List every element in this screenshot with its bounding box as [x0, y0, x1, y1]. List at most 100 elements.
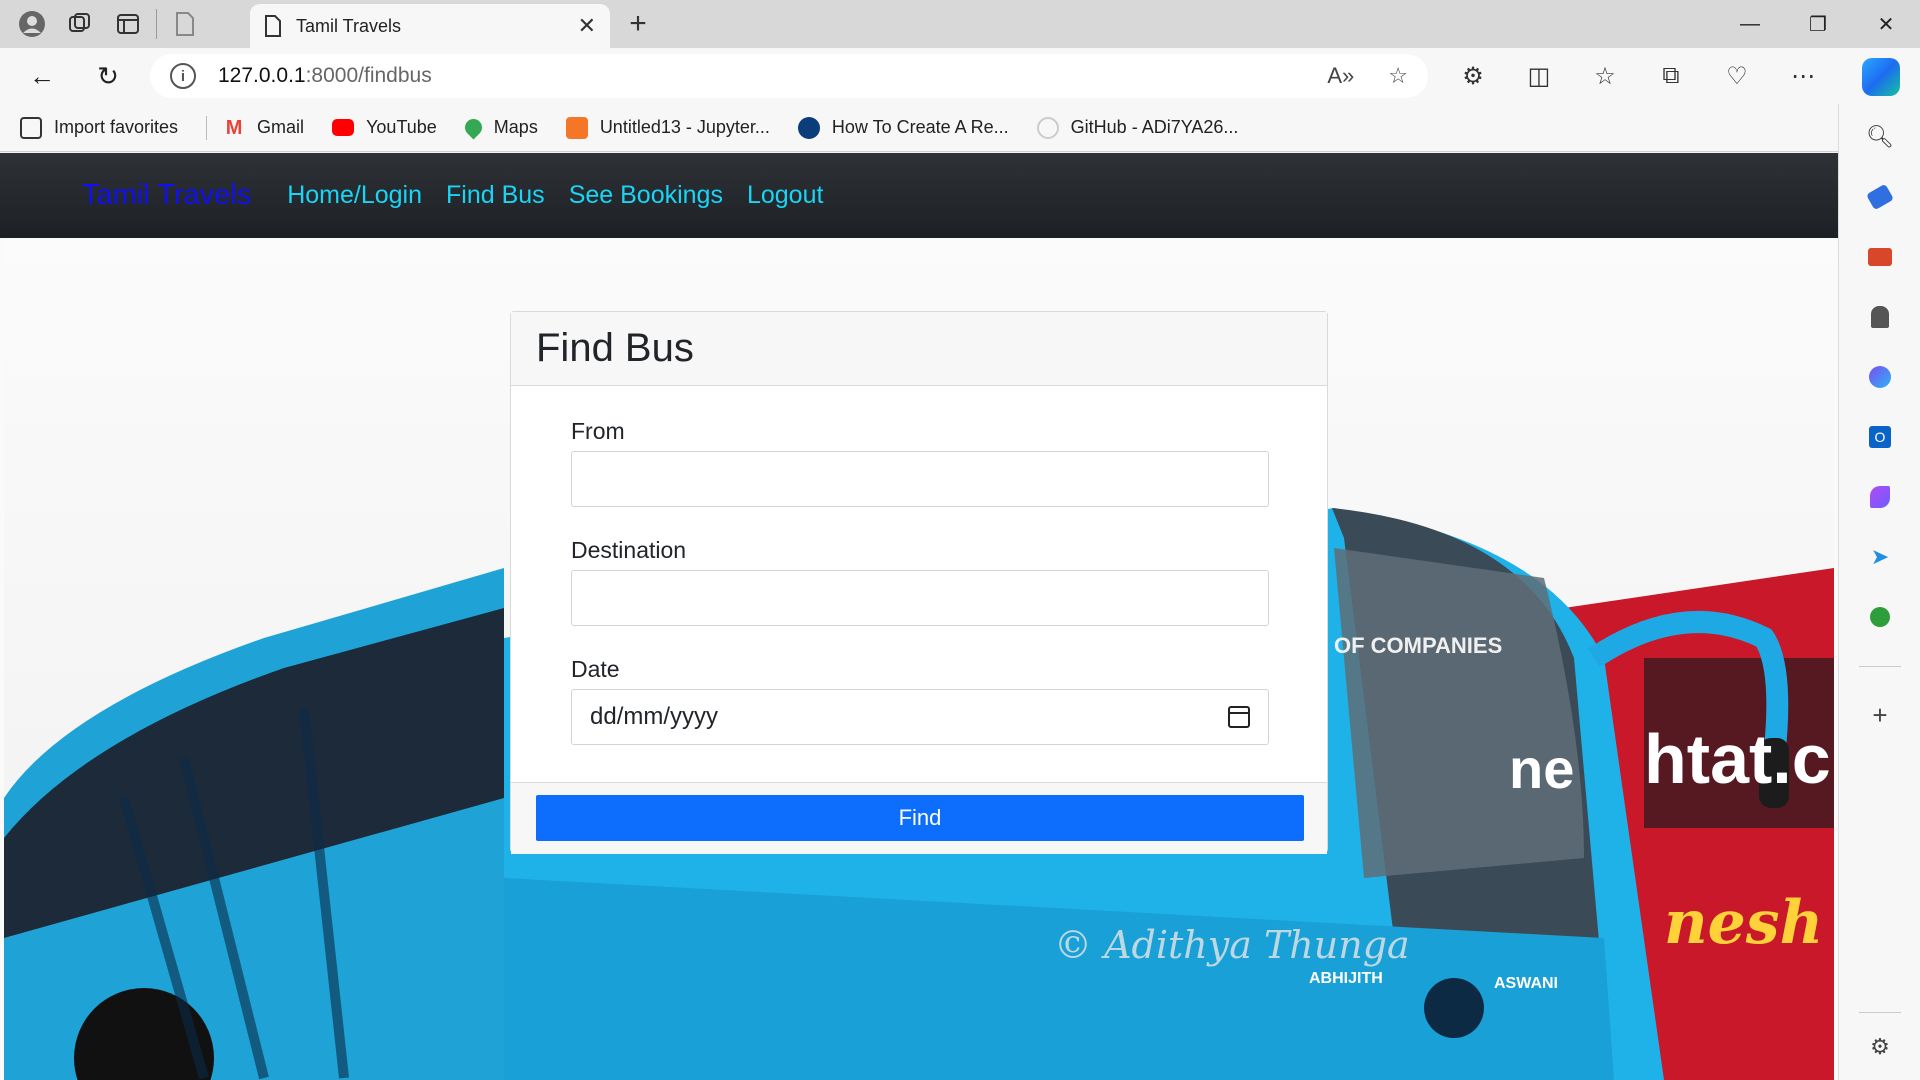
site-icon [797, 116, 820, 139]
favorites-bar: Import favorites M Gmail YouTube Maps Un… [0, 104, 1920, 152]
outlook-icon[interactable]: O [1865, 422, 1895, 452]
favorite-gmail[interactable]: M Gmail [223, 117, 304, 139]
collections-icon[interactable]: ⧉ [1638, 62, 1704, 90]
bus-text-htat: htat.c [1644, 720, 1831, 798]
sidebar-separator [1859, 666, 1901, 667]
bus-text-ne: ne [1509, 737, 1574, 800]
find-bus-card: Find Bus From Destination Date dd/mm/yyy… [510, 311, 1328, 854]
favorite-youtube[interactable]: YouTube [332, 117, 437, 138]
search-icon[interactable]: 🔍︎ [1865, 122, 1895, 152]
nav-logout[interactable]: Logout [747, 181, 823, 210]
favorite-jupyter[interactable]: Untitled13 - Jupyter... [565, 116, 770, 139]
find-bus-form: From Destination Date dd/mm/yyyy [511, 386, 1327, 782]
add-icon[interactable]: + [1865, 700, 1895, 730]
page-viewport: Tamil Travels Home/Login Find Bus See Bo… [0, 153, 1838, 1080]
favorite-github[interactable]: GitHub - ADi7YA26... [1036, 116, 1239, 139]
microsoft365-icon[interactable] [1865, 362, 1895, 392]
favorite-label: GitHub - ADi7YA26... [1070, 117, 1239, 137]
url-host: 127.0.0.1 [218, 64, 306, 87]
github-icon [1036, 116, 1059, 139]
card-footer: Find [511, 782, 1327, 854]
page-icon[interactable] [161, 0, 209, 48]
bus-watermark: © Adithya Thunga [1054, 923, 1410, 967]
minimize-button[interactable]: — [1716, 0, 1784, 48]
favorites-separator [206, 115, 208, 140]
extensions-icon[interactable]: ⚙ [1440, 62, 1506, 91]
site-navbar: Tamil Travels Home/Login Find Bus See Bo… [0, 153, 1838, 238]
favorite-star-icon[interactable]: ☆ [1388, 63, 1408, 89]
page-title: Find Bus [536, 326, 694, 370]
close-icon[interactable]: ✕ [578, 13, 596, 39]
tab-separator [156, 9, 157, 39]
url-path: :8000/findbus [305, 64, 432, 87]
more-menu-icon[interactable]: ⋯ [1770, 62, 1836, 91]
favorite-maps[interactable]: Maps [461, 115, 538, 140]
browser-toolbar: ← ↻ i 127.0.0.1:8000/findbus A» ☆ ⚙ ◫ ☆ … [0, 48, 1920, 104]
address-bar[interactable]: i 127.0.0.1:8000/findbus A» ☆ [150, 54, 1428, 98]
favorite-how-to-create[interactable]: How To Create A Re... [797, 116, 1009, 139]
destination-group: Destination [571, 537, 1269, 626]
from-group: From [571, 418, 1269, 507]
read-aloud-icon[interactable]: A» [1327, 63, 1354, 89]
favorites-icon[interactable]: ☆ [1572, 62, 1638, 91]
tab-tamil-travels[interactable]: Tamil Travels ✕ [250, 4, 610, 48]
tree-icon[interactable] [1865, 602, 1895, 632]
back-button[interactable]: ← [14, 48, 70, 104]
favorite-import[interactable]: Import favorites [20, 116, 179, 139]
restore-button[interactable]: ❐ [1784, 0, 1852, 48]
favorite-label: Gmail [257, 117, 305, 137]
favorite-label: How To Create A Re... [831, 117, 1009, 137]
nav-home-login[interactable]: Home/Login [287, 181, 422, 210]
jupyter-icon [565, 116, 588, 139]
browser-essentials-icon[interactable]: ♡ [1704, 62, 1770, 91]
tab-actions-icon[interactable] [104, 0, 152, 48]
browser-tab-bar: Tamil Travels ✕ + — ❐ ✕ [0, 0, 1920, 48]
destination-label: Destination [571, 537, 687, 563]
close-window-button[interactable]: ✕ [1852, 0, 1920, 48]
youtube-icon [332, 119, 355, 136]
settings-icon[interactable]: ⚙ [1865, 1032, 1895, 1062]
favorite-label: Untitled13 - Jupyter... [599, 117, 770, 137]
site-info-icon[interactable]: i [170, 63, 196, 89]
find-button[interactable]: Find [536, 795, 1304, 841]
date-input[interactable]: dd/mm/yyyy [571, 689, 1269, 745]
tools-icon[interactable] [1865, 242, 1895, 272]
destination-input[interactable] [571, 570, 1269, 626]
date-label: Date [571, 656, 620, 682]
copilot-icon[interactable] [1862, 58, 1900, 96]
nav-see-bookings[interactable]: See Bookings [569, 181, 723, 210]
card-header: Find Bus [511, 312, 1327, 386]
sidebar-separator [1859, 1012, 1901, 1013]
gmail-icon: M [225, 116, 243, 139]
date-placeholder: dd/mm/yyyy [590, 703, 719, 730]
import-icon [20, 116, 42, 139]
bus-text-aswani: ASWANI [1494, 975, 1558, 992]
bus-text-companies: OF COMPANIES [1334, 633, 1502, 658]
calendar-icon[interactable] [1228, 706, 1250, 728]
send-icon[interactable]: ➤ [1865, 542, 1895, 572]
bus-text-abhijith: ABHIJITH [1309, 970, 1383, 987]
new-tab-button[interactable]: + [620, 6, 656, 42]
workspaces-icon[interactable] [56, 0, 104, 48]
bus-text-nesh: nesh [1664, 888, 1823, 958]
favorite-label: Import favorites [54, 117, 179, 137]
maps-icon [461, 115, 486, 140]
split-screen-icon[interactable]: ◫ [1506, 62, 1572, 91]
games-icon[interactable] [1865, 302, 1895, 332]
nav-find-bus[interactable]: Find Bus [446, 181, 545, 210]
from-input[interactable] [571, 451, 1269, 507]
shopping-icon[interactable] [1865, 182, 1895, 212]
from-label: From [571, 418, 625, 444]
date-group: Date dd/mm/yyyy [571, 656, 1269, 745]
favorite-label: YouTube [366, 117, 437, 137]
url-text[interactable]: 127.0.0.1:8000/findbus [218, 64, 432, 88]
tab-title: Tamil Travels [296, 15, 402, 36]
refresh-button[interactable]: ↻ [80, 48, 136, 104]
site-brand[interactable]: Tamil Travels [82, 179, 251, 212]
favorite-label: Maps [493, 117, 538, 137]
edge-sidebar: 🔍︎ O ➤ + ⚙ [1838, 104, 1920, 1080]
designer-icon[interactable] [1865, 482, 1895, 512]
toolbar-buttons: ⚙ ◫ ☆ ⧉ ♡ ⋯ [1440, 48, 1836, 104]
page-icon [265, 15, 281, 37]
profile-icon[interactable] [8, 0, 56, 48]
